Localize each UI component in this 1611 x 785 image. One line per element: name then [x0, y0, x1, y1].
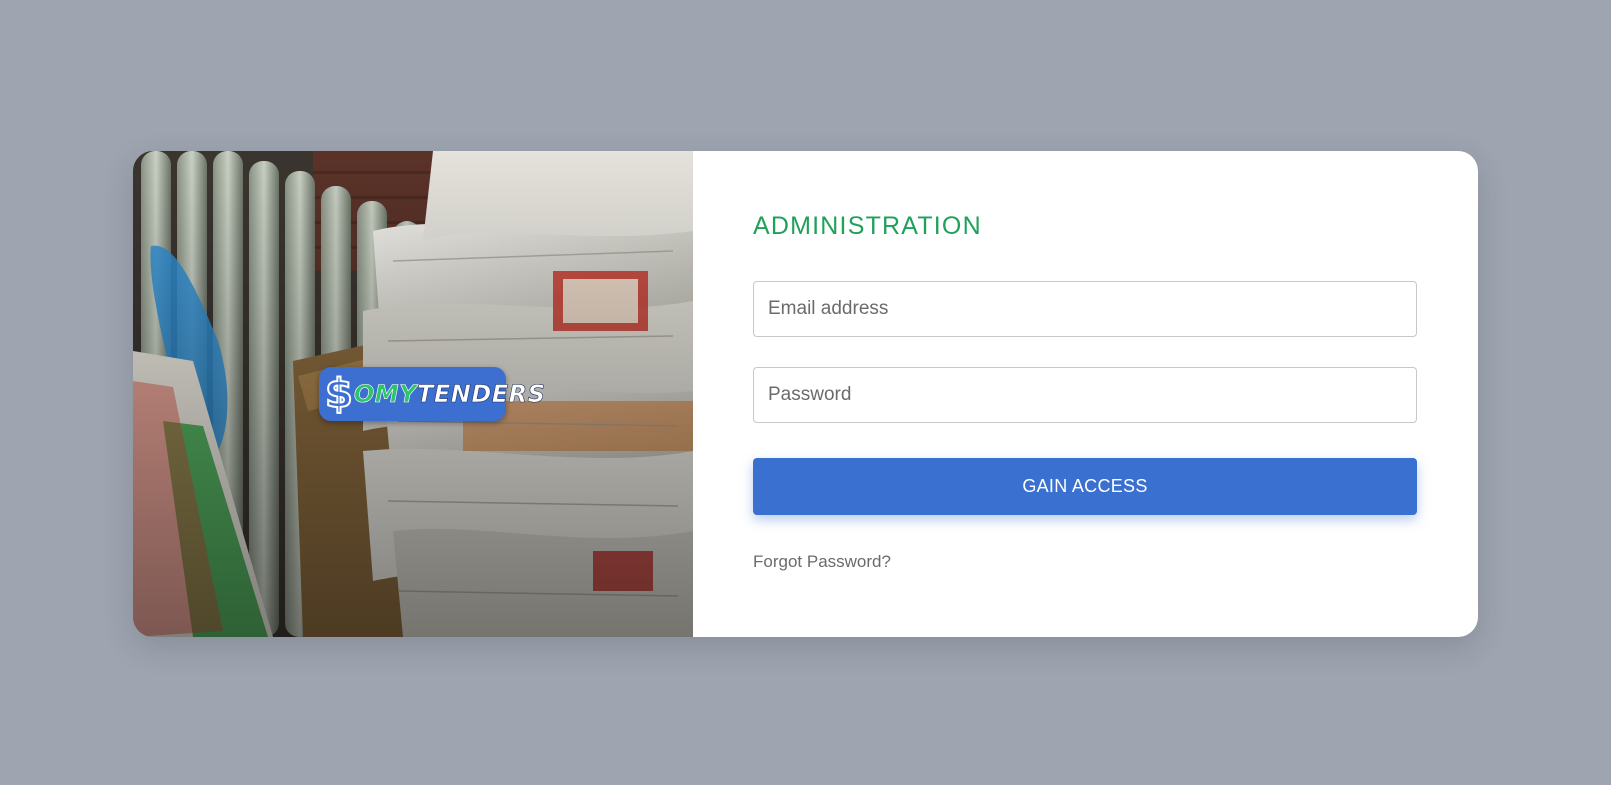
logo-word-tenders: TENDERS — [417, 380, 546, 409]
login-card: $ OMY TENDERS ADMINISTRATION GAIN ACCESS… — [133, 151, 1478, 637]
password-field[interactable] — [753, 367, 1417, 423]
email-field[interactable] — [753, 281, 1417, 337]
logo-word-omy: OMY — [353, 380, 418, 409]
forgot-password-link[interactable]: Forgot Password? — [753, 552, 891, 572]
login-form: ADMINISTRATION GAIN ACCESS Forgot Passwo… — [693, 151, 1478, 637]
logo-dollar-mark: $ — [324, 371, 354, 417]
newspapers-photo: $ OMY TENDERS — [133, 151, 693, 637]
gain-access-button[interactable]: GAIN ACCESS — [753, 458, 1417, 515]
page-title: ADMINISTRATION — [753, 212, 982, 240]
omytenders-logo: $ OMY TENDERS — [319, 367, 545, 421]
